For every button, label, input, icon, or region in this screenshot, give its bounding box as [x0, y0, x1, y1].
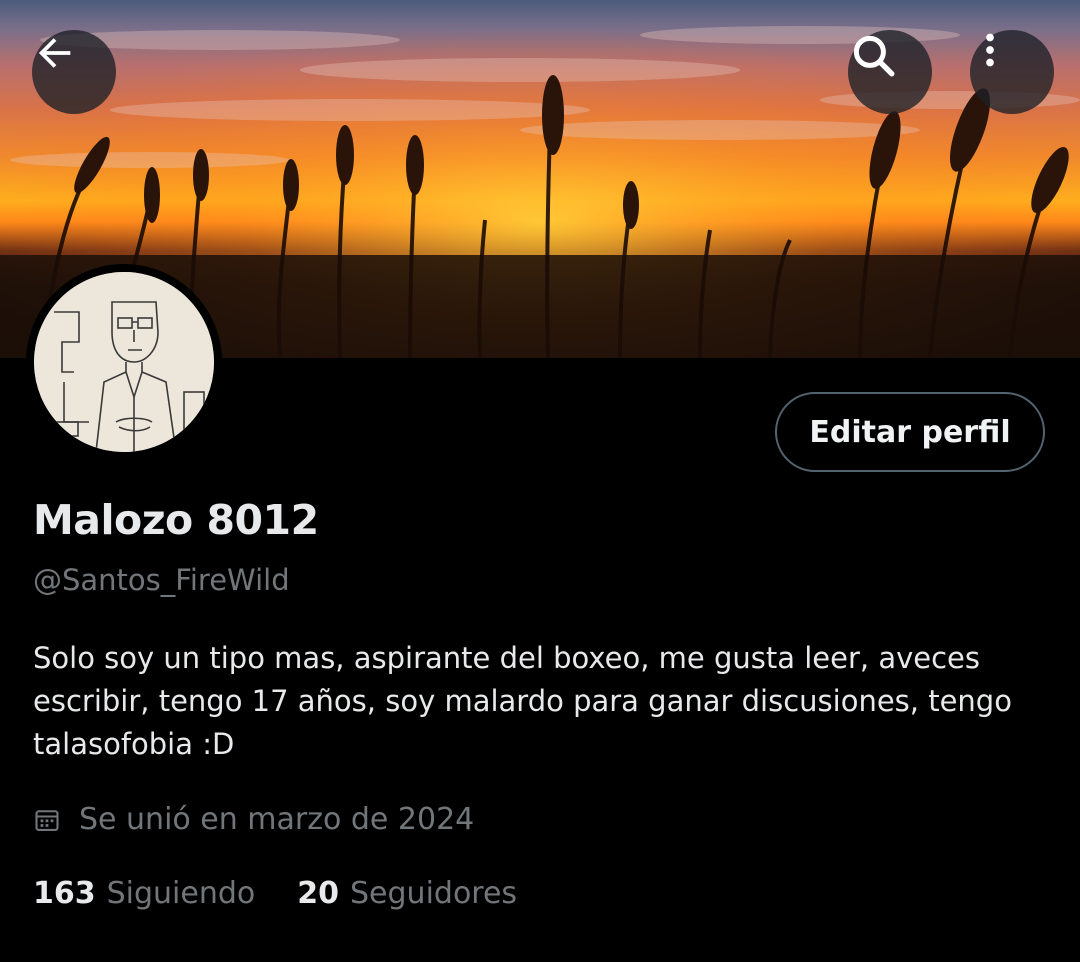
back-button[interactable]	[32, 30, 116, 114]
followers-link[interactable]: 20 Seguidores	[297, 876, 517, 911]
avatar-sketch	[34, 272, 214, 452]
profile-bio: Solo soy un tipo mas, aspirante del boxe…	[33, 641, 1012, 761]
following-count: 163	[33, 876, 96, 911]
edit-profile-button[interactable]: Editar perfil	[775, 392, 1045, 472]
calendar-icon	[33, 806, 61, 834]
profile-page: Editar perfil Malozo 8012 @Santos_FireWi…	[0, 0, 1080, 962]
avatar[interactable]	[26, 264, 222, 460]
join-date-text: Se unió en marzo de 2024	[79, 802, 475, 837]
join-date: Se unió en marzo de 2024	[33, 802, 474, 837]
display-name: Malozo 8012	[33, 496, 319, 544]
followers-count: 20	[297, 876, 340, 911]
follow-stats: 163 Siguiendo 20 Seguidores	[33, 876, 559, 911]
more-vertical-icon	[986, 33, 994, 67]
arrow-left-icon	[38, 38, 71, 68]
search-button[interactable]	[848, 30, 932, 114]
avatar-image	[34, 272, 214, 452]
following-link[interactable]: 163 Siguiendo	[33, 876, 255, 911]
user-handle: @Santos_FireWild	[33, 563, 290, 597]
following-label: Siguiendo	[106, 876, 256, 911]
followers-label: Seguidores	[350, 876, 518, 911]
more-options-button[interactable]	[970, 30, 1054, 114]
search-icon	[853, 35, 895, 77]
